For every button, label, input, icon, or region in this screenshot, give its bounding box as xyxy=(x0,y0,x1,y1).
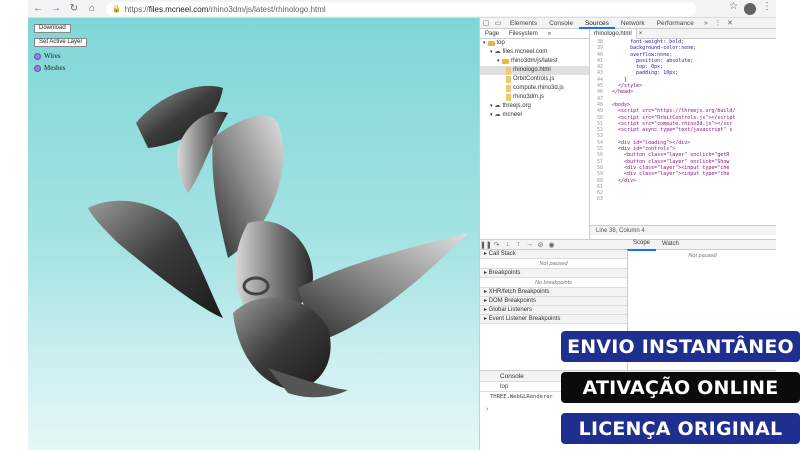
file-icon xyxy=(506,76,511,83)
back-icon[interactable]: ← xyxy=(30,1,46,17)
code-editor: rhinologo.html × 38 font-weight: bold; 39… xyxy=(590,28,776,239)
tree-item-label: mcneel xyxy=(502,112,522,118)
devtools-tabbar: ▢ ▭ Elements Console Sources Network Per… xyxy=(480,18,776,29)
lock-icon: 🔒 xyxy=(112,6,121,13)
tree-item[interactable]: rhinologo.html xyxy=(480,66,589,75)
tree-item[interactable]: compute.rhino3d.js xyxy=(480,84,589,93)
editor-tabbar: rhinologo.html × xyxy=(590,28,776,39)
rhino-logo-model xyxy=(88,85,468,398)
code-line[interactable]: 63 xyxy=(590,196,776,202)
promo-badge-original-license: LICENÇA ORIGINAL xyxy=(561,413,800,444)
kebab-icon[interactable]: ⋮ xyxy=(712,19,724,27)
reload-icon[interactable]: ↻ xyxy=(66,1,82,17)
tab-filesystem[interactable]: Filesystem xyxy=(504,31,543,37)
3d-viewport[interactable]: Download Set Active Layer Wires Meshes xyxy=(28,18,479,450)
step-out-icon[interactable]: ↑ xyxy=(513,241,524,248)
debugger-section-body: Not paused xyxy=(480,259,627,269)
expand-arrow-icon[interactable]: ▾ xyxy=(490,102,493,111)
browser-toolbar: ← → ↻ ⌂ 🔒 https://files.mcneel.com/rhino… xyxy=(28,0,776,18)
promo-badge-instant-delivery: ENVIO INSTANTÂNEO xyxy=(561,331,800,362)
device-icon[interactable]: ▭ xyxy=(492,19,504,27)
tree-item-label: threejs.org xyxy=(502,103,531,109)
tree-item-label: rhino3dm/js/latest xyxy=(510,58,558,64)
pause-icon[interactable]: ❚❚ xyxy=(480,241,492,249)
tab-watch[interactable]: Watch xyxy=(656,239,685,250)
cloud-icon: ☁ xyxy=(494,49,501,55)
expand-arrow-icon[interactable]: ▾ xyxy=(497,57,500,66)
editor-tab-file[interactable]: rhinologo.html xyxy=(590,28,637,39)
forward-icon[interactable]: → xyxy=(48,1,64,17)
debugger-section-body: No breakpoints xyxy=(480,278,627,288)
folder-icon xyxy=(487,41,495,46)
file-icon xyxy=(506,94,511,101)
menu-icon[interactable]: ⋮ xyxy=(762,1,772,15)
folder-icon xyxy=(501,59,509,64)
code-text: <script async type="text/javascript" s xyxy=(606,127,733,134)
tree-item[interactable]: OrbitControls.js xyxy=(480,75,589,84)
tree-item-label: compute.rhino3d.js xyxy=(513,85,564,91)
line-number[interactable]: 63 xyxy=(590,196,606,202)
star-icon[interactable]: ☆ xyxy=(729,1,738,15)
tree-item[interactable]: ▾ ☁ mcneel xyxy=(480,111,589,120)
home-icon[interactable]: ⌂ xyxy=(84,1,100,17)
file-icon xyxy=(506,67,511,74)
step-over-icon[interactable]: ↷ xyxy=(491,241,502,249)
code-text: </head> xyxy=(606,89,634,96)
close-icon[interactable]: ✕ xyxy=(724,19,736,27)
avatar[interactable] xyxy=(744,3,756,15)
debugger-section-header[interactable]: ▸ Call Stack xyxy=(480,250,627,259)
cursor-status: Line 38, Column 4 xyxy=(590,225,776,235)
debugger-section-header[interactable]: ▸ Breakpoints xyxy=(480,269,627,278)
step-icon[interactable]: → xyxy=(524,241,535,248)
url-prefix: https:// xyxy=(124,4,149,14)
tree-item[interactable]: ▾ ☁ files.mcneel.com xyxy=(480,48,589,57)
debugger-sections: ▸ Call Stack Not paused ▸ Breakpoints No br… xyxy=(480,250,627,324)
tree-item-label: rhinologo.html xyxy=(513,67,551,73)
wing-left xyxy=(88,200,223,318)
sources-navigator: Page Filesystem » ▾ top ▾ ☁ files.mcneel.com… xyxy=(480,29,590,239)
debugger-section-header[interactable]: ▸ Event Listener Breakpoints xyxy=(480,315,627,324)
close-tab-icon[interactable]: × xyxy=(637,31,643,37)
more-tabs-icon[interactable]: » xyxy=(700,20,712,27)
file-tree: ▾ top ▾ ☁ files.mcneel.com ▾ rhino3dm/js/lates… xyxy=(480,39,589,120)
inspect-icon[interactable]: ▢ xyxy=(480,19,492,27)
step-into-icon[interactable]: ↓ xyxy=(502,241,513,248)
debugger-section-header[interactable]: ▸ Global Listeners xyxy=(480,306,627,315)
promo-badge-online-activation: ATIVAÇÃO ONLINE xyxy=(561,372,800,403)
tree-item[interactable]: rhino3dm.js xyxy=(480,93,589,102)
tree-item-label: rhino3dm.js xyxy=(513,94,545,100)
address-bar[interactable]: 🔒 https://files.mcneel.com/rhino3dm/js/l… xyxy=(106,2,696,16)
tree-item[interactable]: ▾ top xyxy=(480,39,589,48)
tab-performance[interactable]: Performance xyxy=(651,18,700,29)
chevron-right-icon[interactable]: » xyxy=(543,31,556,37)
tab-network[interactable]: Network xyxy=(615,18,651,29)
console-message: THREE.WebGLRenderer xyxy=(490,394,553,400)
scope-tabs: Scope Watch xyxy=(627,239,685,251)
debugger-section-header[interactable]: ▸ XHR/fetch Breakpoints xyxy=(480,288,627,297)
debugger-section-header[interactable]: ▸ DOM Breakpoints xyxy=(480,297,627,306)
tree-item-label: files.mcneel.com xyxy=(502,49,548,55)
tab-sources[interactable]: Sources xyxy=(578,18,615,29)
pause-exceptions-icon[interactable]: ◉ xyxy=(546,241,557,249)
expand-arrow-icon[interactable]: ▾ xyxy=(483,39,486,48)
code-lines[interactable]: 38 font-weight: bold; 39 background-color… xyxy=(590,39,776,225)
console-prompt-icon[interactable]: › xyxy=(486,406,488,413)
url-path: /rhino3dm/js/latest/rhinologo.html xyxy=(208,4,326,14)
tab-page[interactable]: Page xyxy=(480,31,504,37)
tree-item-label: OrbitControls.js xyxy=(513,76,555,82)
tree-item-label: top xyxy=(496,40,505,46)
cloud-icon: ☁ xyxy=(494,112,501,118)
code-text: </div> xyxy=(606,177,637,184)
expand-arrow-icon[interactable]: ▾ xyxy=(490,48,493,57)
navigator-tabs: Page Filesystem » xyxy=(480,29,589,39)
deactivate-breakpoints-icon[interactable]: ⊘ xyxy=(535,241,546,249)
tab-console[interactable]: Console xyxy=(543,18,579,29)
tree-item[interactable]: ▾ ☁ threejs.org xyxy=(480,102,589,111)
url-host: files.mcneel.com xyxy=(148,4,209,14)
expand-arrow-icon[interactable]: ▾ xyxy=(490,111,493,120)
file-icon xyxy=(506,85,511,92)
tree-item[interactable]: ▾ rhino3dm/js/latest xyxy=(480,57,589,66)
cloud-icon: ☁ xyxy=(494,103,501,109)
tab-elements[interactable]: Elements xyxy=(504,18,543,29)
